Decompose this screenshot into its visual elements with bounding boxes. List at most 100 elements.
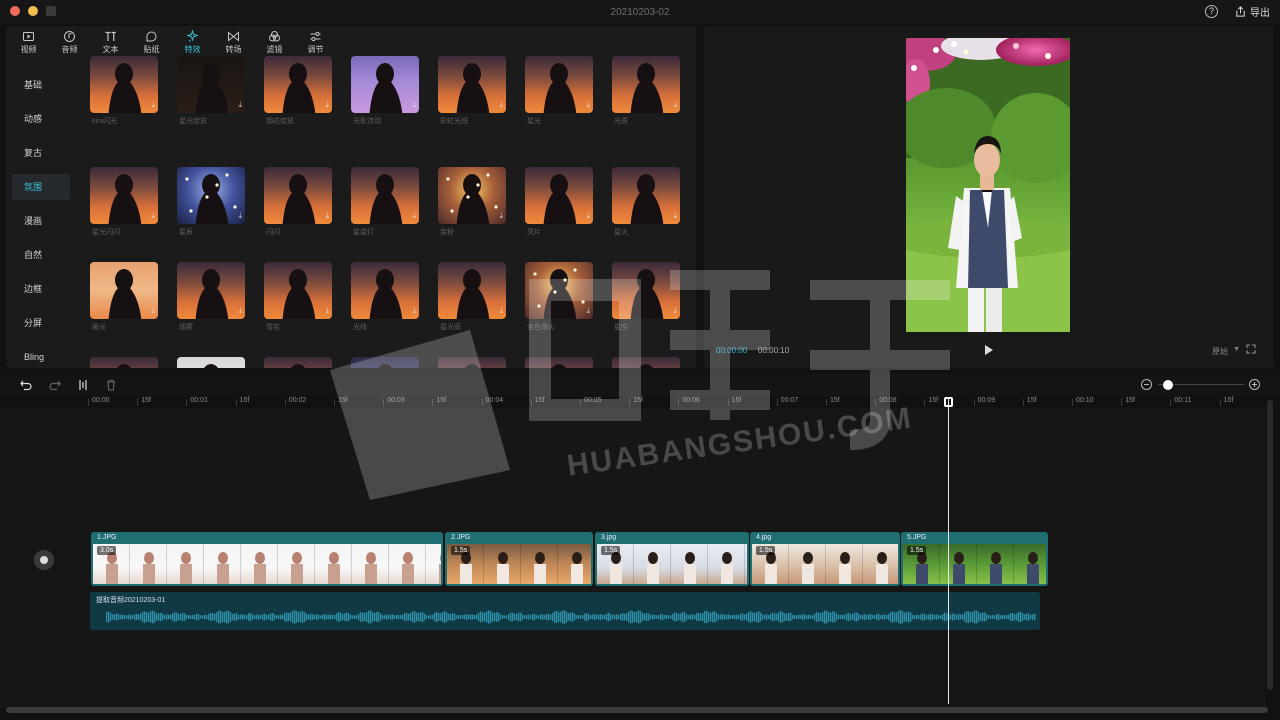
effect-thumbnail[interactable]: ⤓	[525, 167, 593, 224]
split-icon[interactable]	[76, 378, 90, 392]
zoom-out-button[interactable]	[1141, 379, 1152, 390]
effect-thumbnail[interactable]: ⤓	[264, 56, 332, 113]
tab-text[interactable]: 文本	[90, 26, 131, 58]
category-item[interactable]: Bling	[12, 344, 70, 368]
zoom-in-button[interactable]	[1249, 379, 1260, 390]
tab-filter[interactable]: 滤镜	[254, 26, 295, 58]
person-icon	[571, 552, 583, 584]
download-icon[interactable]: ⤓	[325, 211, 329, 221]
zoom-slider-handle[interactable]	[1163, 380, 1173, 390]
effect-name: 星火	[614, 229, 628, 236]
category-item[interactable]: 漫画	[12, 208, 70, 234]
effect-thumbnail[interactable]: ⤓	[177, 262, 245, 319]
effect-thumbnail[interactable]: ⤓	[177, 56, 245, 113]
download-icon[interactable]: ⤓	[586, 100, 590, 110]
tab-transition[interactable]: 转场	[213, 26, 254, 58]
download-icon[interactable]: ⤓	[586, 306, 590, 316]
clip-frame	[1014, 544, 1046, 584]
category-item[interactable]: 动感	[12, 106, 70, 132]
effect-thumbnail[interactable]: ⤓	[525, 56, 593, 113]
download-icon[interactable]: ⤓	[238, 306, 242, 316]
category-item[interactable]: 边框	[12, 276, 70, 302]
effect-thumbnail[interactable]: ⤓	[177, 357, 245, 368]
track-toggle-button[interactable]	[34, 550, 54, 570]
audio-clip[interactable]: 提取音频20210203-01	[90, 592, 1040, 630]
category-item[interactable]: 分屏	[12, 310, 70, 336]
help-button[interactable]: ?	[1205, 5, 1218, 18]
download-icon[interactable]: ⤓	[586, 211, 590, 221]
effect-category-list: 基础动感复古氛围漫画自然边框分屏 Bling	[6, 58, 78, 368]
tab-sticker[interactable]: 贴纸	[131, 26, 172, 58]
effect-thumbnail[interactable]: ⤓	[612, 357, 680, 368]
download-icon[interactable]: ⤓	[151, 211, 155, 221]
tab-label: 音频	[61, 44, 78, 54]
silhouette-icon	[195, 63, 229, 113]
download-icon[interactable]: ⤓	[499, 306, 503, 316]
effect-thumbnail[interactable]: ⤓	[90, 357, 158, 368]
download-icon[interactable]: ⤓	[238, 100, 242, 110]
download-icon[interactable]: ⤓	[499, 211, 503, 221]
download-icon[interactable]: ⤓	[151, 306, 155, 316]
playhead[interactable]	[948, 398, 949, 704]
download-icon[interactable]: ⤓	[412, 211, 416, 221]
effect-thumbnail[interactable]: ⤓	[351, 357, 419, 368]
effect-thumbnail[interactable]: ⤓	[525, 357, 593, 368]
media-tab-bar: 视频 音频 文本 贴纸 特效 转场 滤镜 调节	[6, 26, 696, 58]
download-icon[interactable]: ⤓	[238, 211, 242, 221]
tab-audio[interactable]: 音频	[49, 26, 90, 58]
playhead-handle[interactable]	[944, 397, 953, 407]
tab-adjust[interactable]: 调节	[295, 26, 336, 58]
vertical-scrollbar[interactable]	[1267, 400, 1273, 690]
effect-thumbnail[interactable]: ⤓	[351, 56, 419, 113]
export-button[interactable]: 导出	[1235, 4, 1270, 19]
effect-thumbnail[interactable]: ⤓	[612, 56, 680, 113]
delete-icon[interactable]	[104, 378, 118, 392]
effect-thumbnail[interactable]: ⤓	[438, 56, 506, 113]
redo-icon[interactable]	[48, 378, 62, 392]
timeline-ruler[interactable]: 00:00 15f 00:01 15f 00:02 15f 00:03 15f 00:04 15f…	[0, 396, 1266, 408]
download-icon[interactable]: ⤓	[412, 306, 416, 316]
effect-thumbnail[interactable]: ⤓	[351, 262, 419, 319]
effect-thumbnail[interactable]: ⤓	[438, 167, 506, 224]
download-icon[interactable]: ⤓	[673, 100, 677, 110]
tab-effects[interactable]: 特效	[172, 26, 213, 58]
category-item[interactable]: 自然	[12, 242, 70, 268]
download-icon[interactable]: ⤓	[325, 306, 329, 316]
chevron-down-icon[interactable]: ▼	[1233, 346, 1240, 353]
effect-thumbnail[interactable]: ⤓	[351, 167, 419, 224]
export-icon	[1236, 6, 1245, 17]
video-clip[interactable]: 5.JPG 1.5s	[901, 532, 1048, 586]
play-icon[interactable]	[984, 344, 994, 356]
effect-thumbnail[interactable]: ⤓	[177, 167, 245, 224]
download-icon[interactable]: ⤓	[325, 100, 329, 110]
effect-thumbnail[interactable]: ⤓	[525, 262, 593, 319]
video-clip[interactable]: 4.jpg 1.5s	[750, 532, 900, 586]
category-item[interactable]: 氛围	[12, 174, 70, 200]
download-icon[interactable]: ⤓	[673, 306, 677, 316]
video-clip[interactable]: 1.JPG 3.0s	[91, 532, 443, 586]
effect-thumbnail[interactable]: ⤓	[264, 262, 332, 319]
category-item[interactable]: 复古	[12, 140, 70, 166]
effect-thumbnail[interactable]: ⤓	[438, 357, 506, 368]
effect-thumbnail[interactable]: ⤓	[90, 56, 158, 113]
video-clip[interactable]: 2.JPG 1.5s	[445, 532, 593, 586]
effect-thumbnail[interactable]: ⤓	[90, 262, 158, 319]
download-icon[interactable]: ⤓	[673, 211, 677, 221]
fullscreen-icon[interactable]	[1246, 344, 1256, 354]
tab-video[interactable]: 视频	[8, 26, 49, 58]
video-clip[interactable]: 3.jpg 1.5s	[595, 532, 749, 586]
effect-thumbnail[interactable]: ⤓	[612, 167, 680, 224]
effect-thumbnail[interactable]: ⤓	[438, 262, 506, 319]
horizontal-scrollbar[interactable]	[6, 707, 1268, 713]
effect-thumbnail[interactable]: ⤓	[264, 357, 332, 368]
download-icon[interactable]: ⤓	[499, 100, 503, 110]
aspect-ratio-select[interactable]: 原始	[1212, 346, 1228, 357]
effect-thumbnail[interactable]: ⤓	[612, 262, 680, 319]
effect-thumbnail[interactable]: ⤓	[90, 167, 158, 224]
effect-thumbnail[interactable]: ⤓	[264, 167, 332, 224]
category-item[interactable]: 基础	[12, 72, 70, 98]
clip-frame	[826, 544, 863, 584]
download-icon[interactable]: ⤓	[151, 100, 155, 110]
download-icon[interactable]: ⤓	[412, 100, 416, 110]
undo-icon[interactable]	[19, 378, 33, 392]
